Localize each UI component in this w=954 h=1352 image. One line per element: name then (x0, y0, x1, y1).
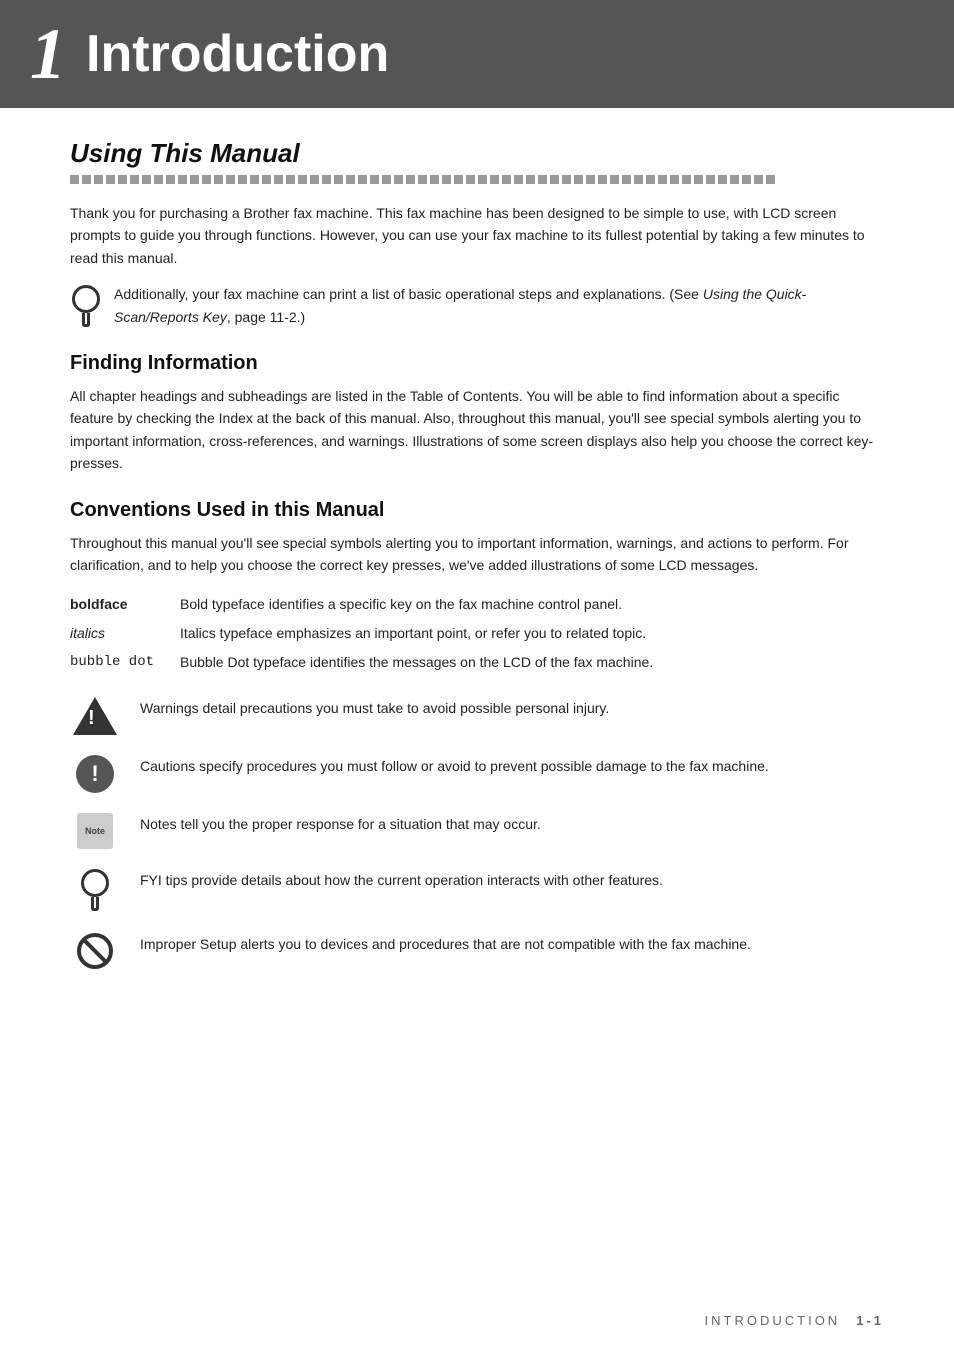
conventions-heading: Conventions Used in this Manual (70, 499, 884, 522)
def-term-bubble-dot: bubble dot (70, 648, 180, 677)
icon-row-fyi: FYI tips provide details about how the c… (70, 869, 884, 913)
warning-desc: Warnings detail precautions you must tak… (140, 697, 884, 719)
fyi-icon-cell (70, 869, 120, 913)
finding-information-heading: Finding Information (70, 352, 884, 375)
def-row-italics: italics Italics typeface emphasizes an i… (70, 619, 884, 648)
caution-circle-icon: ! (76, 755, 114, 793)
def-row-boldface: boldface Bold typeface identifies a spec… (70, 590, 884, 619)
definition-table: boldface Bold typeface identifies a spec… (70, 590, 884, 677)
footer-page: 1-1 (856, 1313, 884, 1328)
caution-desc: Cautions specify procedures you must fol… (140, 755, 884, 777)
no-desc: Improper Setup alerts you to devices and… (140, 933, 884, 955)
section-using-manual: Using This Manual (70, 138, 884, 328)
icon-row-caution: ! Cautions specify procedures you must f… (70, 755, 884, 793)
fyi-lightbulb-icon (79, 869, 111, 913)
fyi-icon-small (70, 285, 102, 317)
page-footer: INTRODUCTION 1-1 (705, 1313, 884, 1328)
fyi-desc: FYI tips provide details about how the c… (140, 869, 884, 891)
note-row: Additionally, your fax machine can print… (70, 283, 884, 328)
conventions-body: Throughout this manual you'll see specia… (70, 532, 884, 577)
def-row-bubble-dot: bubble dot Bubble Dot typeface identifie… (70, 648, 884, 677)
no-icon-cell (70, 933, 120, 969)
icon-row-no: Improper Setup alerts you to devices and… (70, 933, 884, 969)
def-desc-boldface: Bold typeface identifies a specific key … (180, 590, 884, 619)
warning-triangle-icon (73, 697, 117, 735)
def-desc-italics: Italics typeface emphasizes an important… (180, 619, 884, 648)
no-symbol-icon (77, 933, 113, 969)
note-paper-icon: Note (77, 813, 113, 849)
def-desc-bubble-dot: Bubble Dot typeface identifies the messa… (180, 648, 884, 677)
using-manual-heading: Using This Manual (70, 138, 884, 169)
def-term-italics: italics (70, 619, 180, 648)
note-desc: Notes tell you the proper response for a… (140, 813, 884, 835)
content-area: Using This Manual (0, 138, 954, 969)
dashed-divider (70, 175, 884, 184)
icon-row-warning: Warnings detail precautions you must tak… (70, 697, 884, 735)
finding-information-body: All chapter headings and subheadings are… (70, 385, 884, 475)
note-icon-cell: Note (70, 813, 120, 849)
page: 1 Introduction Using This Manual (0, 0, 954, 1352)
chapter-header: 1 Introduction (0, 0, 954, 108)
using-manual-body: Thank you for purchasing a Brother fax m… (70, 202, 884, 269)
section-conventions: Conventions Used in this Manual Througho… (70, 499, 884, 970)
caution-icon-cell: ! (70, 755, 120, 793)
warning-icon-cell (70, 697, 120, 735)
chapter-title: Introduction (86, 24, 389, 84)
def-term-boldface: boldface (70, 590, 180, 619)
note-text: Additionally, your fax machine can print… (114, 283, 884, 328)
chapter-number: 1 (30, 18, 66, 90)
section-finding-information: Finding Information All chapter headings… (70, 352, 884, 475)
footer-label: INTRODUCTION (705, 1313, 841, 1328)
icon-row-note: Note Notes tell you the proper response … (70, 813, 884, 849)
